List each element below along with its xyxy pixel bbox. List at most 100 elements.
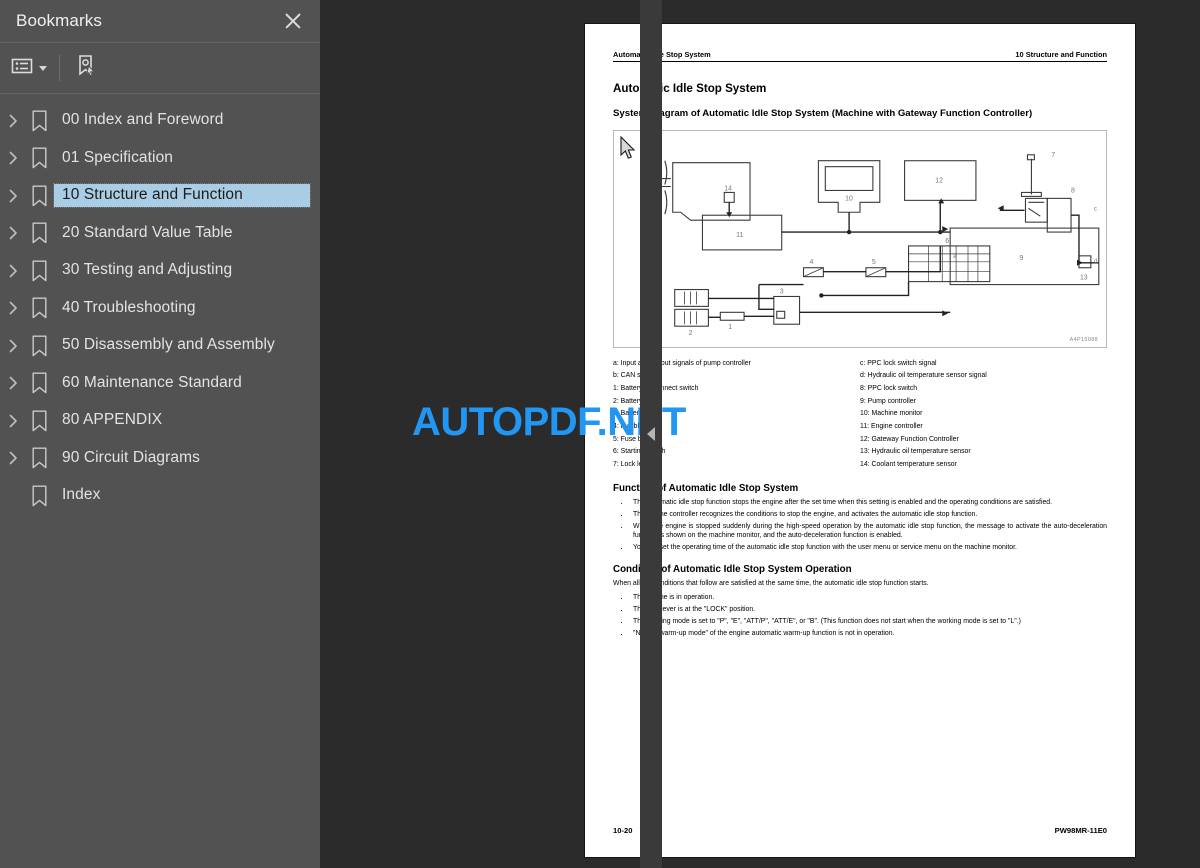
legend-item-right-6: 12: Gateway Function Controller [860,435,959,443]
chevron-right-icon[interactable] [2,301,24,315]
condition-bullet-1: The lock lever is at the "LOCK" position… [613,604,1107,616]
svg-text:d: d [1094,258,1097,264]
bookmark-item-1[interactable]: 01 Specification [0,140,320,178]
pdf-page: Automatic Idle Stop System 10 Structure … [585,24,1135,857]
bookmark-icon [24,297,54,319]
bookmark-options-button[interactable] [11,51,47,85]
svg-text:3: 3 [780,288,784,295]
sidebar-header: Bookmarks [0,0,320,43]
svg-text:5: 5 [872,258,876,265]
options-list-icon [11,57,33,80]
condition-bullet-2: The working mode is set to "P", "E", "AT… [613,616,1107,628]
bookmark-icon [24,222,54,244]
bookmark-item-2[interactable]: 10 Structure and Function [0,177,320,215]
bookmark-item-5[interactable]: 40 Troubleshooting [0,290,320,328]
svg-text:8: 8 [1071,187,1075,194]
legend-column-right: c: PPC lock switch signal d: Hydraulic oi… [860,358,1107,472]
page-footer: 10-20 PW98MR-11E0 [613,826,1107,835]
svg-text:10: 10 [845,195,853,202]
condition-intro: When all the conditions that follow are … [613,579,929,587]
bookmark-icon [24,110,54,132]
bookmark-item-label: 60 Maintenance Standard [62,373,242,391]
bookmark-icon [24,335,54,357]
chevron-right-icon[interactable] [2,226,24,240]
pdf-reader-window: Bookmarks 00 Index and Foreword 01 Speci… [0,0,1200,868]
bookmark-icon [24,447,54,469]
function-bullet-3: You can set the operating time of the au… [613,542,1107,554]
chevron-right-icon[interactable] [2,339,24,353]
chevron-right-icon[interactable] [2,414,24,428]
collapse-panel-handle[interactable] [640,0,662,868]
bookmark-item-4[interactable]: 30 Testing and Adjusting [0,252,320,290]
bookmark-item-label: Index [62,486,101,504]
bookmark-item-label: 30 Testing and Adjusting [62,261,233,279]
chevron-right-icon[interactable] [2,189,24,203]
legend-item-right-7: 13: Hydraulic oil temperature sensor [860,448,971,456]
bookmark-item-label: 20 Standard Value Table [62,223,233,241]
function-bullet-list: The automatic idle stop function stops t… [613,497,1107,554]
manual-code: PW98MR-11E0 [1054,826,1107,835]
chevron-right-icon[interactable] [2,376,24,390]
find-current-bookmark-icon [74,53,100,84]
bookmark-icon [24,147,54,169]
svg-text:12: 12 [935,177,943,184]
bookmark-icon [24,372,54,394]
bookmarks-toolbar [0,43,320,94]
legend-item-right-8: 14: Coolant temperature sensor [860,461,957,469]
bookmark-item-label: 50 Disassembly and Assembly [62,336,275,354]
running-header-right: 10 Structure and Function [1015,50,1107,59]
bookmark-icon [24,185,54,207]
chevron-right-icon[interactable] [2,264,24,278]
bookmark-tree[interactable]: 00 Index and Foreword 01 Specification 10 … [0,94,320,515]
bookmark-item-6[interactable]: 50 Disassembly and Assembly [0,327,320,365]
svg-text:1: 1 [728,324,732,331]
bookmark-item-9[interactable]: 90 Circuit Diagrams [0,440,320,478]
chevron-right-icon[interactable] [2,151,24,165]
svg-text:c: c [1094,206,1097,212]
bookmark-item-0[interactable]: 00 Index and Foreword [0,102,320,140]
chevron-left-icon [647,427,655,441]
sidebar-title: Bookmarks [16,11,102,30]
system-diagram-figure: 14 11 10 12 9 7 8 13 6 2 1 3 4 5 a c d A… [613,129,1107,348]
svg-text:a: a [953,253,957,259]
function-bullet-1: The engine controller recognizes the con… [613,509,1107,521]
legend-item-right-2: 8: PPC lock switch [860,384,918,392]
svg-text:11: 11 [736,232,743,239]
bookmark-item-label: 40 Troubleshooting [62,298,196,316]
chevron-right-icon[interactable] [2,451,24,465]
bookmark-icon [24,260,54,282]
bookmarks-sidebar: Bookmarks 00 Index and Foreword 01 Speci… [0,0,320,868]
legend-item-right-3: 9: Pump controller [860,397,916,405]
svg-text:9: 9 [1020,254,1024,261]
header-rule [613,61,1107,62]
bookmark-item-label: 10 Structure and Function [53,183,311,209]
chevron-right-icon[interactable] [2,114,24,128]
bookmark-item-10[interactable]: Index [0,477,320,515]
svg-text:13: 13 [1080,274,1088,281]
condition-bullet-list: The engine is in operation.The lock leve… [613,592,1107,640]
svg-text:14: 14 [724,185,732,192]
svg-text:6: 6 [945,238,949,245]
find-current-bookmark-button[interactable] [74,51,100,85]
legend-item-right-5: 11: Engine controller [860,422,923,430]
bookmark-item-7[interactable]: 60 Maintenance Standard [0,365,320,403]
running-header: Automatic Idle Stop System 10 Structure … [613,50,1107,61]
page-title: Automatic Idle Stop System [613,82,767,95]
svg-text:2: 2 [689,330,693,337]
pdf-viewer-area: AUTOPDF.NET Automatic Idle Stop System 1… [320,0,1200,868]
bookmark-item-3[interactable]: 20 Standard Value Table [0,215,320,253]
function-heading: Function of Automatic Idle Stop System [613,482,799,494]
bookmark-item-label: 90 Circuit Diagrams [62,448,200,466]
condition-heading: Condition of Automatic Idle Stop System … [613,563,852,575]
page-number: 10-20 [613,826,633,835]
function-bullet-2: When the engine is stopped suddenly duri… [613,521,1107,541]
bookmark-item-label: 00 Index and Foreword [62,111,224,129]
function-bullet-0: The automatic idle stop function stops t… [613,497,1107,509]
legend-item-right-0: c: PPC lock switch signal [860,359,937,367]
bookmark-item-label: 80 APPENDIX [62,411,163,429]
condition-bullet-3: "Normal warm-up mode" of the engine auto… [613,628,1107,640]
legend-item-right-1: d: Hydraulic oil temperature sensor sign… [860,372,987,380]
bookmark-item-8[interactable]: 80 APPENDIX [0,402,320,440]
close-icon[interactable] [280,8,306,34]
section-subtitle: System Diagram of Automatic Idle Stop Sy… [613,108,1033,119]
